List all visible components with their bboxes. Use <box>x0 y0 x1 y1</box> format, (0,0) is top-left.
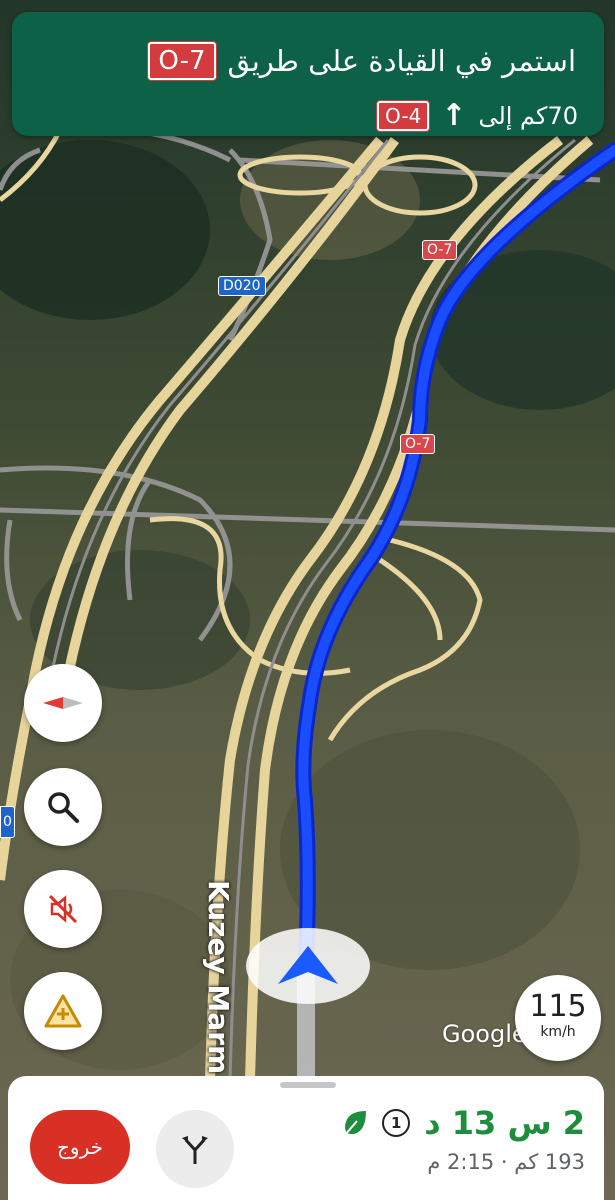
road-shield-d020: D020 <box>218 276 266 296</box>
speedometer: 115 km/h <box>515 975 601 1061</box>
trip-eta: 2 س 13 د 1 193 كم · 2:15 م <box>342 1104 585 1174</box>
google-logo: Google <box>442 1020 527 1048</box>
alternate-routes-button[interactable] <box>156 1110 234 1188</box>
road-shield-edge: 0 <box>0 806 15 838</box>
report-incident-button[interactable] <box>24 972 102 1050</box>
sheet-drag-handle[interactable] <box>280 1082 336 1088</box>
instruction-distance-text: 70كم إلى <box>478 101 578 130</box>
next-road-shield: O-4 <box>376 99 431 132</box>
search-button[interactable] <box>24 768 102 846</box>
fork-routes-icon <box>182 1136 208 1164</box>
instruction-primary-text: استمر في القيادة على طريق <box>227 44 576 78</box>
eco-leaf-icon <box>344 1111 367 1136</box>
road-shield-o7-upper: O-7 <box>422 240 458 260</box>
compass-button[interactable] <box>24 664 102 742</box>
exit-navigation-button[interactable]: خروج <box>30 1110 130 1184</box>
report-incident-icon <box>44 994 82 1028</box>
mute-button[interactable] <box>24 870 102 948</box>
arrow-up-icon: ↑ <box>441 98 467 133</box>
volume-off-icon <box>48 894 78 924</box>
speed-unit: km/h <box>540 1024 576 1040</box>
navigation-instruction-banner[interactable]: استمر في القيادة على طريق O-7 70كم إلى ↑… <box>12 12 604 136</box>
speed-value: 115 <box>529 989 587 1024</box>
trip-separator: · <box>500 1150 508 1174</box>
trip-arrival-time: 2:15 م <box>427 1150 495 1174</box>
compass-icon <box>43 697 83 709</box>
road-shield-o7-lower: O-7 <box>400 434 436 454</box>
trip-distance: 193 كم <box>514 1150 585 1174</box>
road-name-label: Kuzey Marm <box>202 880 235 1075</box>
search-icon <box>48 792 79 823</box>
toll-icon: 1 <box>382 1109 411 1137</box>
toll-count: 1 <box>390 1114 402 1132</box>
trip-duration: 2 س 13 د <box>424 1104 585 1142</box>
instruction-road-shield: O-7 <box>147 41 217 81</box>
